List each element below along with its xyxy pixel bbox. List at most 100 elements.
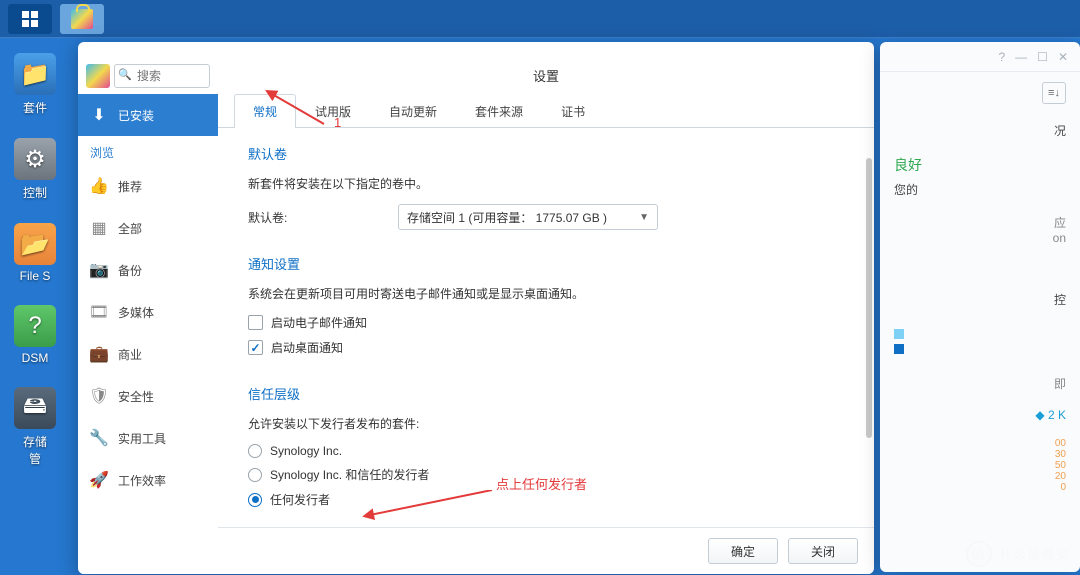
radio-label: Synology Inc. 和信任的发行者 [270,466,429,483]
desktop-icon-label: 套件 [23,99,47,116]
folder-icon: 📁 [14,53,56,95]
main-area: 设置 常规 试用版 自动更新 套件来源 证书 默认卷 新套件将安装在以下指定的卷… [218,58,874,574]
help-icon: ? [14,305,56,347]
checkbox-desktop[interactable] [248,340,263,355]
panel-text: 即 [880,367,1080,400]
sidebar-item-label: 推荐 [118,178,142,195]
widget-panel: ? — ☐ ✕ ≡↓ 况 良好 您的 应 on 控 即 ◆ 2 K 003050… [880,42,1080,572]
gear-icon: ⚙ [14,138,56,180]
tab-certificate[interactable]: 证书 [542,94,604,128]
sidebar-item-label: 多媒体 [118,304,154,321]
dialog-title: 设置 [218,58,874,89]
desktop-icon[interactable]: 🖴 存储 管 [11,387,59,467]
section-trust: 信任层级 [248,384,844,403]
field-label: 默认卷: [248,209,378,226]
storage-icon: 🖴 [14,387,56,429]
checkbox-email[interactable] [248,315,263,330]
status-sub: 您的 [894,181,1066,198]
legend-color-icon [894,329,904,339]
sidebar-item-label: 工作效率 [118,472,166,489]
sidebar-item-utilities[interactable]: 🔧 实用工具 [78,417,218,459]
dialog-footer: 确定 关闭 [218,527,874,574]
watermark: 值 什么值得买 [966,541,1070,567]
desktop-icon[interactable]: ? DSM [11,305,59,365]
sidebar-item-security[interactable]: 🛡 安全性 [78,375,218,417]
panel-header: 控 [880,283,1080,316]
list-toggle-button[interactable]: ≡↓ [1042,82,1066,104]
film-icon: 🎞 [90,303,108,321]
section-desc: 允许安装以下发行者发布的套件: [248,415,844,432]
radio-label: 任何发行者 [270,491,330,508]
package-center-window: ⬇ 已安装 浏览 👍推荐 ▦全部 📷备份 🎞多媒体 💼商业 🛡安全性 🔧实用工具… [78,42,874,574]
sidebar-item-label: 已安装 [118,107,154,124]
taskbar-app-package-center[interactable] [60,4,104,34]
checkbox-label: 启动桌面通知 [271,339,343,356]
wrench-icon: 🔧 [90,429,108,447]
desktop-icon-label: File S [20,269,51,283]
section-default-volume: 默认卷 [248,144,844,163]
package-center-icon [86,64,110,88]
watermark-text: 什么值得买 [1000,546,1070,563]
taskbar-menu-button[interactable] [8,4,52,34]
legend-color-icon [894,344,904,354]
camera-icon: 📷 [90,261,108,279]
sidebar-item-all[interactable]: ▦全部 [78,207,218,249]
sidebar-item-label: 商业 [118,346,142,363]
sidebar-item-recommended[interactable]: 👍 推荐 [78,165,218,207]
ok-button[interactable]: 确定 [708,538,778,564]
desktop-icon[interactable]: 📂 File S [11,223,59,283]
desktop-icon[interactable]: 📁 套件 [11,53,59,116]
desktop: 📁 套件 ⚙ 控制 📂 File S ? DSM 🖴 存储 管 [0,38,70,575]
help-icon[interactable]: ? [998,50,1005,64]
sidebar-item-multimedia[interactable]: 🎞 多媒体 [78,291,218,333]
desktop-icon-label: 控制 [23,184,47,201]
sidebar-item-label: 实用工具 [118,430,166,447]
maximize-icon[interactable]: ☐ [1037,50,1048,64]
window-controls: ? — ☐ ✕ [880,42,1080,72]
section-desc: 新套件将安装在以下指定的卷中。 [248,175,844,192]
desktop-icon-label: DSM [22,351,49,365]
radio-label: Synology Inc. [270,444,342,458]
panel-text: 003050200 [880,430,1080,501]
tab-general[interactable]: 常规 [234,94,296,128]
desktop-icon-label: 存储 管 [23,433,47,467]
minimize-icon[interactable]: — [1015,50,1027,64]
package-center-icon [71,9,93,29]
panel-header: 况 [880,114,1080,147]
close-icon[interactable]: ✕ [1058,50,1068,64]
grid-icon: ▦ [90,219,108,237]
briefcase-icon: 💼 [90,345,108,363]
tab-trial[interactable]: 试用版 [296,94,370,128]
default-volume-dropdown[interactable]: 存储空间 1 (可用容量： 1775.07 GB ) ▼ [398,204,658,230]
radio-any-publisher[interactable] [248,493,262,507]
close-button[interactable]: 关闭 [788,538,858,564]
taskbar [0,0,1080,38]
sidebar-item-productivity[interactable]: 🚀工作效率 [78,459,218,501]
section-desc: 系统会在更新项目可用时寄送电子邮件通知或是显示桌面通知。 [248,285,844,302]
panel-text: 应 on [880,206,1080,253]
network-stat: ◆ 2 K [1035,408,1066,422]
tab-sources[interactable]: 套件来源 [456,94,542,128]
search-input[interactable] [114,64,210,88]
tabs: 常规 试用版 自动更新 套件来源 证书 [218,93,874,128]
sidebar-item-installed[interactable]: ⬇ 已安装 [78,94,218,136]
download-icon: ⬇ [90,106,108,124]
shield-icon: 🛡 [90,387,108,405]
scrollbar[interactable] [866,158,872,438]
titlebar [78,42,874,58]
sidebar-item-backup[interactable]: 📷备份 [78,249,218,291]
grid-icon [22,11,38,27]
sidebar-item-label: 安全性 [118,388,154,405]
chevron-down-icon: ▼ [639,212,649,223]
dropdown-value: 存储空间 1 (可用容量： 1775.07 GB ) [407,209,607,226]
radio-synology-trusted[interactable] [248,468,262,482]
settings-dialog: 设置 常规 试用版 自动更新 套件来源 证书 默认卷 新套件将安装在以下指定的卷… [218,58,874,574]
tab-autoupdate[interactable]: 自动更新 [370,94,456,128]
folder-icon: 📂 [14,223,56,265]
desktop-icon[interactable]: ⚙ 控制 [11,138,59,201]
status-good: 良好 [894,155,1066,175]
thumb-up-icon: 👍 [90,177,108,195]
watermark-icon: 值 [966,541,992,567]
sidebar-item-business[interactable]: 💼 商业 [78,333,218,375]
radio-synology[interactable] [248,444,262,458]
